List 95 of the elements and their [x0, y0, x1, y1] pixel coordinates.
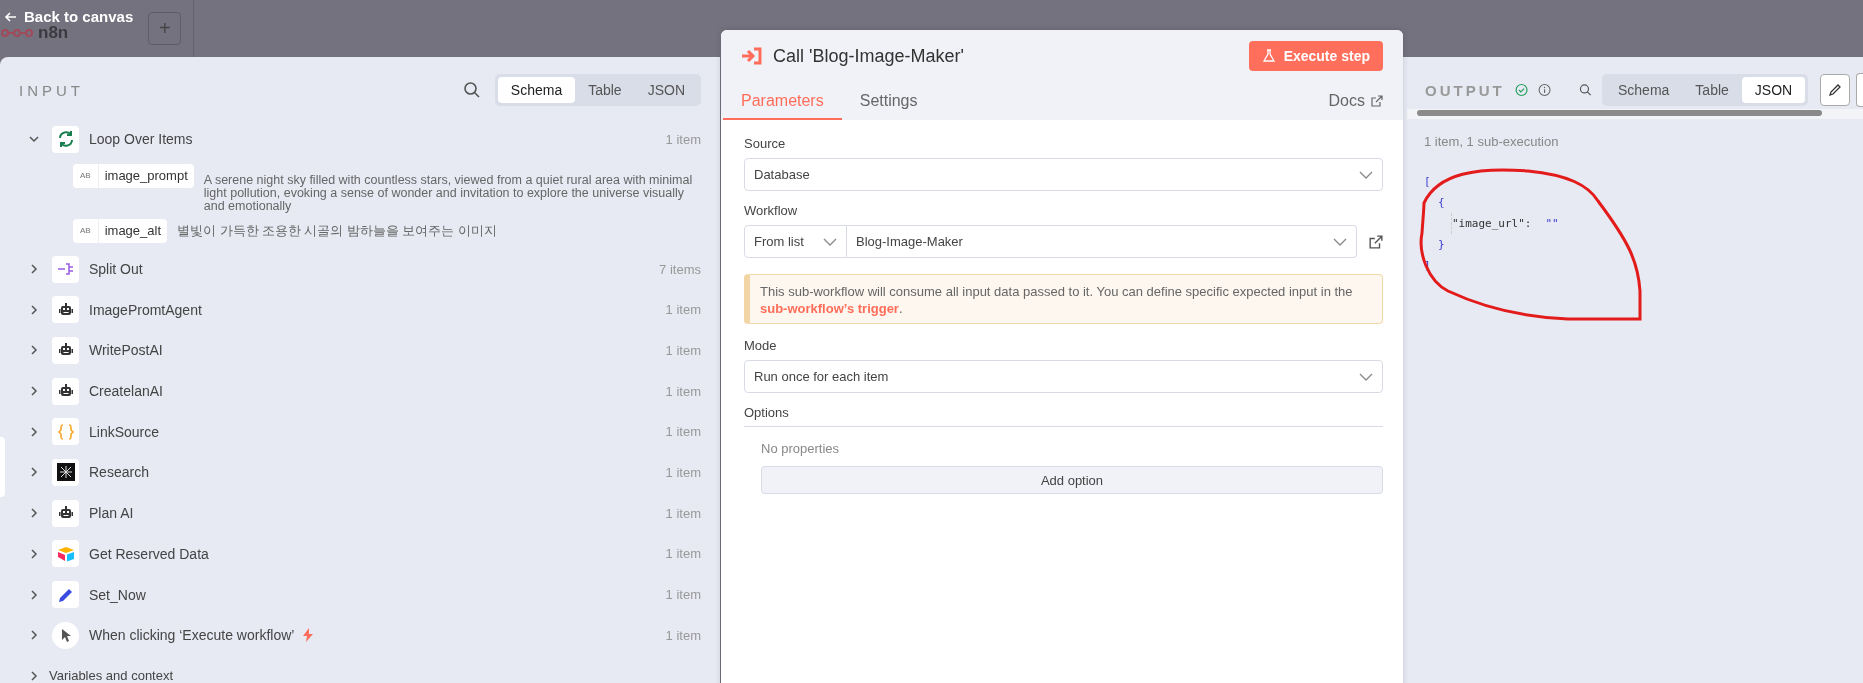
view-tab[interactable]: Schema	[497, 77, 576, 103]
view-tab[interactable]: Schema	[1605, 77, 1683, 103]
node-name: Split Out	[89, 261, 143, 278]
type-badge: AB	[73, 163, 99, 188]
mode-select[interactable]: Run once for each item	[744, 360, 1383, 393]
item-count: 1 item	[665, 505, 701, 521]
node-icon	[52, 125, 79, 153]
node-name: ImagePromtAgent	[89, 301, 202, 318]
external-link-icon[interactable]	[1369, 234, 1383, 249]
add-option-button[interactable]: Add option	[761, 466, 1383, 494]
item-count: 1 item	[665, 302, 701, 318]
json-bracket: }	[1438, 237, 1445, 253]
node-icon	[52, 255, 79, 283]
source-select[interactable]: Database	[744, 158, 1383, 191]
output-summary: 1 item, 1 sub-execution	[1423, 133, 1560, 149]
variables-label[interactable]: Variables and context	[49, 668, 174, 683]
chevron-icon[interactable]	[28, 588, 40, 601]
field-name: image_prompt	[103, 168, 189, 184]
node-name: LinkSource	[89, 423, 160, 440]
edit-button[interactable]	[1820, 74, 1851, 106]
item-count: 1 item	[665, 627, 701, 643]
sub-workflow-icon	[741, 47, 763, 65]
field-value: A serene night sky filled with countless stars, viewed from a quiet rural area with minimal light pollution, evoking a sense of wonder and invitation to explore the universe visually and emotionally	[203, 171, 694, 213]
node-icon	[52, 621, 79, 649]
notice-text: This sub-workflow will consume all input data passed to it. You can define specific expected input in the sub-workflow’s trigger.	[744, 274, 1383, 324]
flask-icon	[1261, 49, 1276, 63]
json-key: "image_url":	[1452, 217, 1532, 230]
chevron-icon[interactable]	[28, 466, 40, 479]
node-name: When clicking ‘Execute workflow’	[89, 627, 295, 644]
node-name: WritePostAI	[89, 342, 163, 359]
item-count: 1 item	[665, 587, 701, 603]
field-label: Source	[744, 136, 787, 151]
chevron-icon[interactable]	[28, 385, 40, 398]
json-value: ""	[1545, 217, 1559, 230]
chevron-down-icon	[1359, 170, 1373, 179]
chevron-down-icon	[1333, 237, 1347, 246]
chevron-icon[interactable]	[28, 507, 40, 520]
panel-title: INPUT	[19, 81, 85, 99]
node-icon	[52, 296, 79, 324]
scrollbar[interactable]	[1407, 109, 1863, 119]
panel-tab[interactable]: Settings	[859, 92, 918, 120]
chevron-down-icon	[1359, 372, 1373, 381]
options-label: Options	[744, 405, 1383, 427]
external-link-icon	[1371, 95, 1383, 107]
back-to-canvas-button[interactable]: Back to canvas	[4, 8, 134, 25]
view-tab[interactable]: JSON	[1741, 77, 1806, 103]
logo-text: n8n	[38, 22, 69, 43]
item-count: 1 item	[665, 131, 701, 147]
field-name: image_alt	[103, 223, 163, 239]
chevron-icon[interactable]	[28, 263, 40, 276]
field-label: Workflow	[744, 203, 799, 218]
node-name: Plan AI	[89, 505, 134, 522]
node-name: Loop Over Items	[89, 131, 193, 148]
node-icon	[52, 499, 79, 527]
node-icon	[52, 336, 79, 364]
chevron-icon[interactable]	[28, 547, 40, 560]
node-icon	[52, 458, 79, 486]
field-value: 별빛이 가득한 조용한 시골의 밤하늘을 보여주는 이미지	[177, 222, 497, 238]
item-count: 7 items	[659, 261, 701, 277]
node-icon	[52, 377, 79, 405]
success-icon	[1514, 81, 1528, 99]
json-bracket: [	[1424, 174, 1431, 190]
node-name: CreatelanAI	[89, 383, 163, 400]
search-icon[interactable]	[462, 81, 481, 99]
view-tab[interactable]: Table	[1682, 77, 1742, 103]
chevron-icon[interactable]	[28, 669, 40, 682]
docs-link[interactable]: Docs	[1328, 92, 1383, 120]
item-count: 1 item	[665, 383, 701, 399]
node-icon	[52, 581, 79, 609]
chevron-icon[interactable]	[28, 344, 40, 357]
chevron-icon[interactable]	[28, 425, 40, 438]
node-title: Call 'Blog-Image-Maker'	[773, 45, 965, 67]
item-count: 1 item	[665, 424, 701, 440]
item-count: 1 item	[665, 342, 701, 358]
info-icon[interactable]	[1537, 81, 1551, 99]
json-bracket: {	[1438, 195, 1445, 211]
node-icon	[52, 418, 79, 446]
view-tab[interactable]: Table	[575, 77, 635, 103]
arrow-left-icon	[4, 9, 18, 24]
panel-title: OUTPUT	[1425, 81, 1505, 99]
node-name: Get Reserved Data	[89, 545, 209, 562]
item-count: 1 item	[665, 464, 701, 480]
workflow-select[interactable]: Blog-Image-Maker	[847, 225, 1357, 258]
chevron-down-icon	[823, 237, 837, 246]
item-count: 1 item	[665, 546, 701, 562]
node-name: Set_Now	[89, 586, 146, 603]
chevron-icon[interactable]	[28, 303, 40, 316]
view-tab[interactable]: JSON	[634, 77, 698, 103]
chevron-icon[interactable]	[28, 629, 40, 642]
node-name: Research	[89, 464, 149, 481]
empty-text: No properties	[761, 441, 841, 456]
mode-select[interactable]: From list	[744, 225, 847, 258]
node-icon	[52, 540, 79, 568]
type-badge: AB	[73, 218, 99, 243]
field-label: Mode	[744, 338, 778, 353]
